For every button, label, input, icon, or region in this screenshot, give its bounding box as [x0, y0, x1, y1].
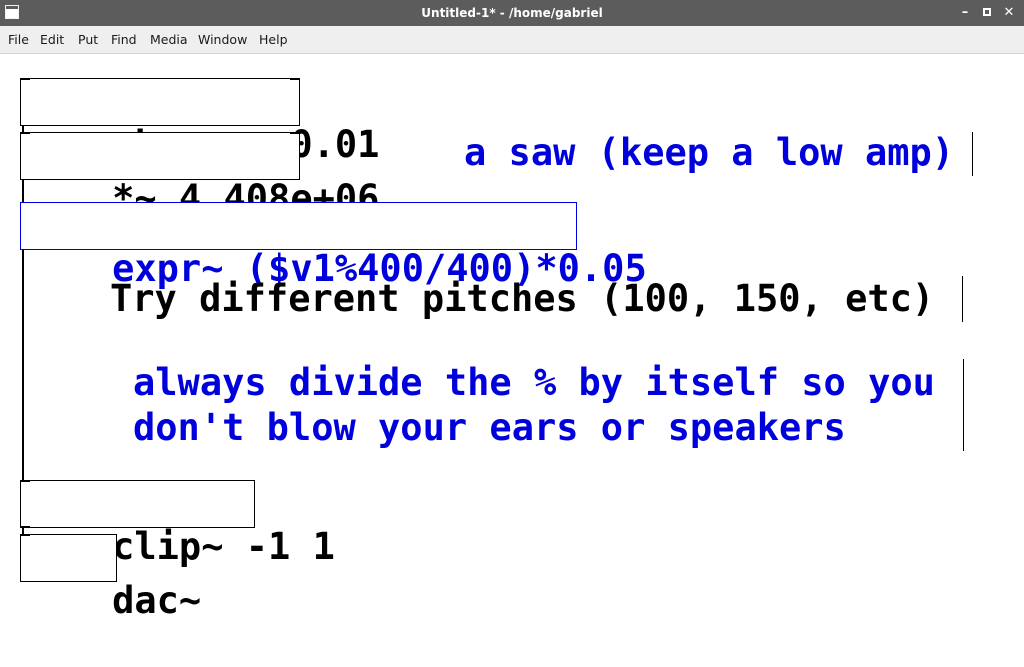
menu-help[interactable]: Help [259, 26, 288, 53]
comment-saw[interactable]: a saw (keep a low amp) [464, 130, 954, 175]
menu-edit[interactable]: Edit [40, 26, 64, 53]
dac-inlet[interactable] [20, 534, 30, 536]
comment-divide-edge [963, 359, 964, 451]
patch-canvas[interactable]: phasor~ 0.01 *~ 4.408e+06 a saw (keep a … [0, 54, 1024, 622]
menu-file[interactable]: File [8, 26, 29, 53]
clip-inlet[interactable] [20, 480, 30, 482]
object-multiply[interactable]: *~ 4.408e+06 [20, 132, 379, 220]
menubar: File Edit Put Find Media Window Help [0, 26, 1024, 54]
comment-divide-line1[interactable]: always divide the % by itself so you [133, 360, 935, 405]
menu-find[interactable]: Find [111, 26, 137, 53]
menu-window[interactable]: Window [198, 26, 247, 53]
multiply-inlet[interactable] [20, 132, 30, 134]
object-clip-text: clip~ -1 1 [112, 525, 335, 568]
object-dac-text: dac~ [112, 579, 202, 622]
menu-put[interactable]: Put [78, 26, 98, 53]
multiply-inlet-right[interactable] [290, 132, 300, 134]
minimize-icon[interactable]: – [956, 4, 974, 22]
menu-media[interactable]: Media [150, 26, 188, 53]
phasor-inlet[interactable] [20, 78, 30, 80]
window-titlebar[interactable]: Untitled-1* - /home/gabriel – ✕ [0, 0, 1024, 26]
comment-pitches-edge [962, 276, 963, 322]
object-phasor[interactable]: phasor~ 0.01 [20, 78, 379, 166]
comment-saw-edge [972, 132, 973, 176]
object-clip[interactable]: clip~ -1 1 [20, 480, 335, 568]
comment-pitches[interactable]: Try different pitches (100, 150, etc) [110, 276, 934, 321]
object-dac[interactable]: dac~ [20, 534, 201, 622]
clip-outlet[interactable] [20, 526, 30, 528]
phasor-inlet-right[interactable] [290, 78, 300, 80]
close-icon[interactable]: ✕ [1000, 4, 1018, 22]
object-expr[interactable]: expr~ ($v1%400/400)*0.05 [20, 202, 647, 290]
window-title: Untitled-1* - /home/gabriel [421, 6, 603, 20]
maximize-icon[interactable] [978, 4, 996, 22]
comment-divide-line2[interactable]: don't blow your ears or speakers [133, 405, 846, 450]
